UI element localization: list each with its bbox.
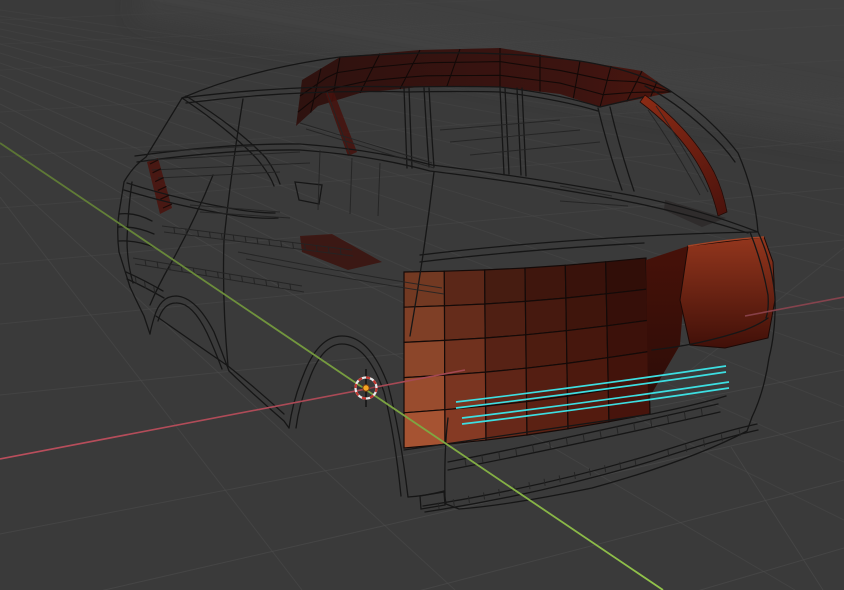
quarter-panel-selected-faces	[679, 236, 776, 349]
3d-viewport[interactable]	[0, 0, 844, 590]
viewport-canvas[interactable]	[0, 0, 844, 590]
